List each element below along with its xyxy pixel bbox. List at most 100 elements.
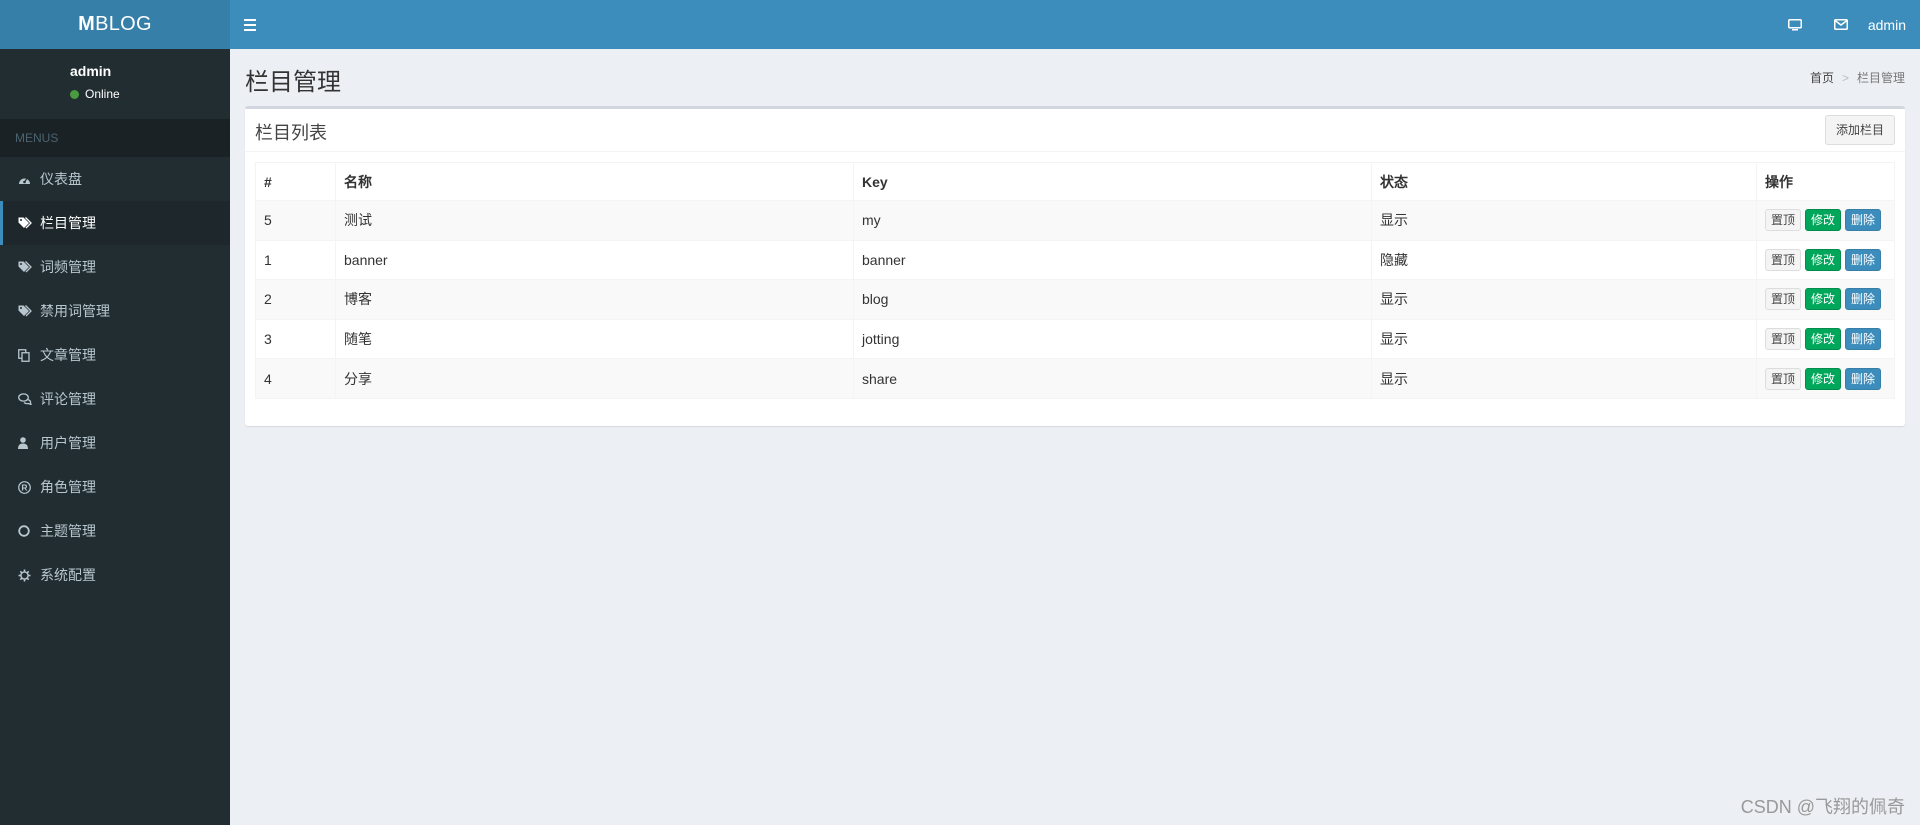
cell-id: 5: [255, 200, 336, 241]
sidebar-item-articles[interactable]: 文章管理: [0, 333, 230, 377]
sidebar-item-label: 系统配置: [40, 567, 96, 583]
page-title: 栏目管理: [245, 69, 341, 96]
column-header-key: Key: [853, 162, 1372, 201]
content-header: 栏目管理 首页 > 栏目管理: [230, 49, 1920, 106]
copy-icon: [18, 348, 38, 362]
delete-button[interactable]: 删除: [1845, 209, 1882, 232]
edit-button[interactable]: 修改: [1805, 367, 1842, 390]
column-header-status: 状态: [1371, 162, 1757, 201]
sidebar-item-label: 用户管理: [40, 435, 96, 451]
column-header-id: #: [255, 162, 336, 201]
cell-name: 分享: [335, 358, 854, 399]
user-panel: admin Online: [0, 49, 230, 119]
logo-text: BLOG: [95, 13, 152, 35]
edit-button[interactable]: 修改: [1805, 328, 1842, 351]
envelope-icon[interactable]: [1818, 0, 1864, 49]
sidebar-item-columns[interactable]: 栏目管理: [0, 201, 230, 245]
cell-key: banner: [853, 239, 1372, 281]
sidebar-item-banned-words[interactable]: 禁用词管理: [0, 289, 230, 333]
user-status-label: Online: [85, 87, 120, 101]
logo-prefix: M: [78, 13, 96, 35]
column-table: # 名称 Key 状态 操作 5 测试 my 显示 置顶 修改 删除 1 ban…: [255, 162, 1895, 399]
pin-top-button[interactable]: 置顶: [1765, 209, 1802, 232]
cell-status: 显示: [1371, 318, 1757, 360]
sidebar-menu: 仪表盘 栏目管理 词频管理 禁用词管理 文章管理 评论管理 用户管理 R 角色管: [0, 157, 230, 597]
app-logo[interactable]: M BLOG: [0, 0, 230, 49]
sidebar-item-label: 词频管理: [40, 259, 96, 275]
sidebar-toggle-icon[interactable]: [244, 14, 266, 36]
edit-button[interactable]: 修改: [1805, 209, 1842, 232]
cell-name: banner: [335, 239, 854, 281]
delete-button[interactable]: 删除: [1845, 328, 1882, 351]
comments-icon: [18, 392, 38, 406]
edit-button[interactable]: 修改: [1805, 248, 1842, 271]
column-list-box: 栏目列表 添加栏目 # 名称 Key 状态 操作 5 测试 my 显示 置顶 修…: [245, 106, 1905, 426]
cell-actions: 置顶 修改 删除: [1756, 279, 1895, 320]
cell-key: jotting: [853, 318, 1372, 360]
sidebar-item-word-frequency[interactable]: 词频管理: [0, 245, 230, 289]
user-name: admin: [70, 63, 112, 79]
cell-name: 博客: [335, 279, 854, 320]
cell-key: blog: [853, 279, 1372, 320]
breadcrumb-separator: >: [1841, 70, 1849, 85]
box-title: 栏目列表: [255, 123, 327, 143]
circle-icon: [18, 524, 38, 538]
sidebar-item-roles[interactable]: R 角色管理: [0, 465, 230, 509]
delete-button[interactable]: 删除: [1845, 248, 1882, 271]
delete-button[interactable]: 删除: [1845, 288, 1882, 311]
table-row: 2 博客 blog 显示 置顶 修改 删除: [255, 279, 1895, 320]
cell-status: 显示: [1371, 200, 1757, 241]
add-column-button[interactable]: 添加栏目: [1824, 115, 1895, 145]
pin-top-button[interactable]: 置顶: [1765, 288, 1802, 311]
breadcrumb-home-link[interactable]: 首页: [1810, 69, 1834, 86]
cell-name: 测试: [335, 200, 854, 241]
breadcrumb: 首页 > 栏目管理: [1810, 69, 1905, 86]
menu-header: MENUS: [0, 119, 230, 157]
table-row: 1 banner banner 隐藏 置顶 修改 删除: [255, 239, 1895, 281]
cell-id: 2: [255, 279, 336, 320]
cell-status: 隐藏: [1371, 239, 1757, 281]
svg-text:R: R: [21, 482, 27, 492]
cell-id: 1: [255, 239, 336, 281]
online-dot-icon: [70, 89, 79, 99]
user-status: Online: [70, 87, 120, 101]
sidebar-item-dashboard[interactable]: 仪表盘: [0, 157, 230, 201]
registered-icon: R: [18, 480, 38, 494]
cell-key: my: [853, 200, 1372, 241]
cell-name: 随笔: [335, 318, 854, 360]
sidebar: admin Online MENUS 仪表盘 栏目管理 词频管理 禁用词管理 文…: [0, 49, 230, 825]
watermark: CSDN @飞翔的佩奇: [1740, 797, 1905, 817]
sidebar-item-settings[interactable]: 系统配置: [0, 553, 230, 597]
delete-button[interactable]: 删除: [1845, 367, 1882, 390]
sidebar-item-label: 角色管理: [40, 479, 96, 495]
table-row: 4 分享 share 显示 置顶 修改 删除: [255, 358, 1895, 399]
tags-icon: [18, 216, 38, 230]
edit-button[interactable]: 修改: [1805, 288, 1842, 311]
cell-actions: 置顶 修改 删除: [1756, 239, 1895, 281]
user-icon: [18, 436, 38, 450]
cell-status: 显示: [1371, 279, 1757, 320]
monitor-icon[interactable]: [1772, 0, 1818, 49]
pin-top-button[interactable]: 置顶: [1765, 248, 1802, 271]
table-row: 5 测试 my 显示 置顶 修改 删除: [255, 200, 1895, 241]
cell-id: 3: [255, 318, 336, 360]
cell-actions: 置顶 修改 删除: [1756, 318, 1895, 360]
pin-top-button[interactable]: 置顶: [1765, 367, 1802, 390]
cell-actions: 置顶 修改 删除: [1756, 358, 1895, 399]
cell-status: 显示: [1371, 358, 1757, 399]
sidebar-item-label: 栏目管理: [40, 215, 96, 231]
navbar-right: admin: [1772, 0, 1906, 49]
sidebar-item-comments[interactable]: 评论管理: [0, 377, 230, 421]
sidebar-item-themes[interactable]: 主题管理: [0, 509, 230, 553]
tags-icon: [18, 260, 38, 274]
sidebar-item-users[interactable]: 用户管理: [0, 421, 230, 465]
pin-top-button[interactable]: 置顶: [1765, 328, 1802, 351]
column-header-actions: 操作: [1756, 162, 1895, 201]
cell-id: 4: [255, 358, 336, 399]
column-header-name: 名称: [335, 162, 854, 201]
table-row: 3 随笔 jotting 显示 置顶 修改 删除: [255, 318, 1895, 360]
sidebar-item-label: 评论管理: [40, 391, 96, 407]
dashboard-icon: [18, 172, 38, 186]
sidebar-item-label: 文章管理: [40, 347, 96, 363]
navbar-username[interactable]: admin: [1864, 17, 1906, 33]
